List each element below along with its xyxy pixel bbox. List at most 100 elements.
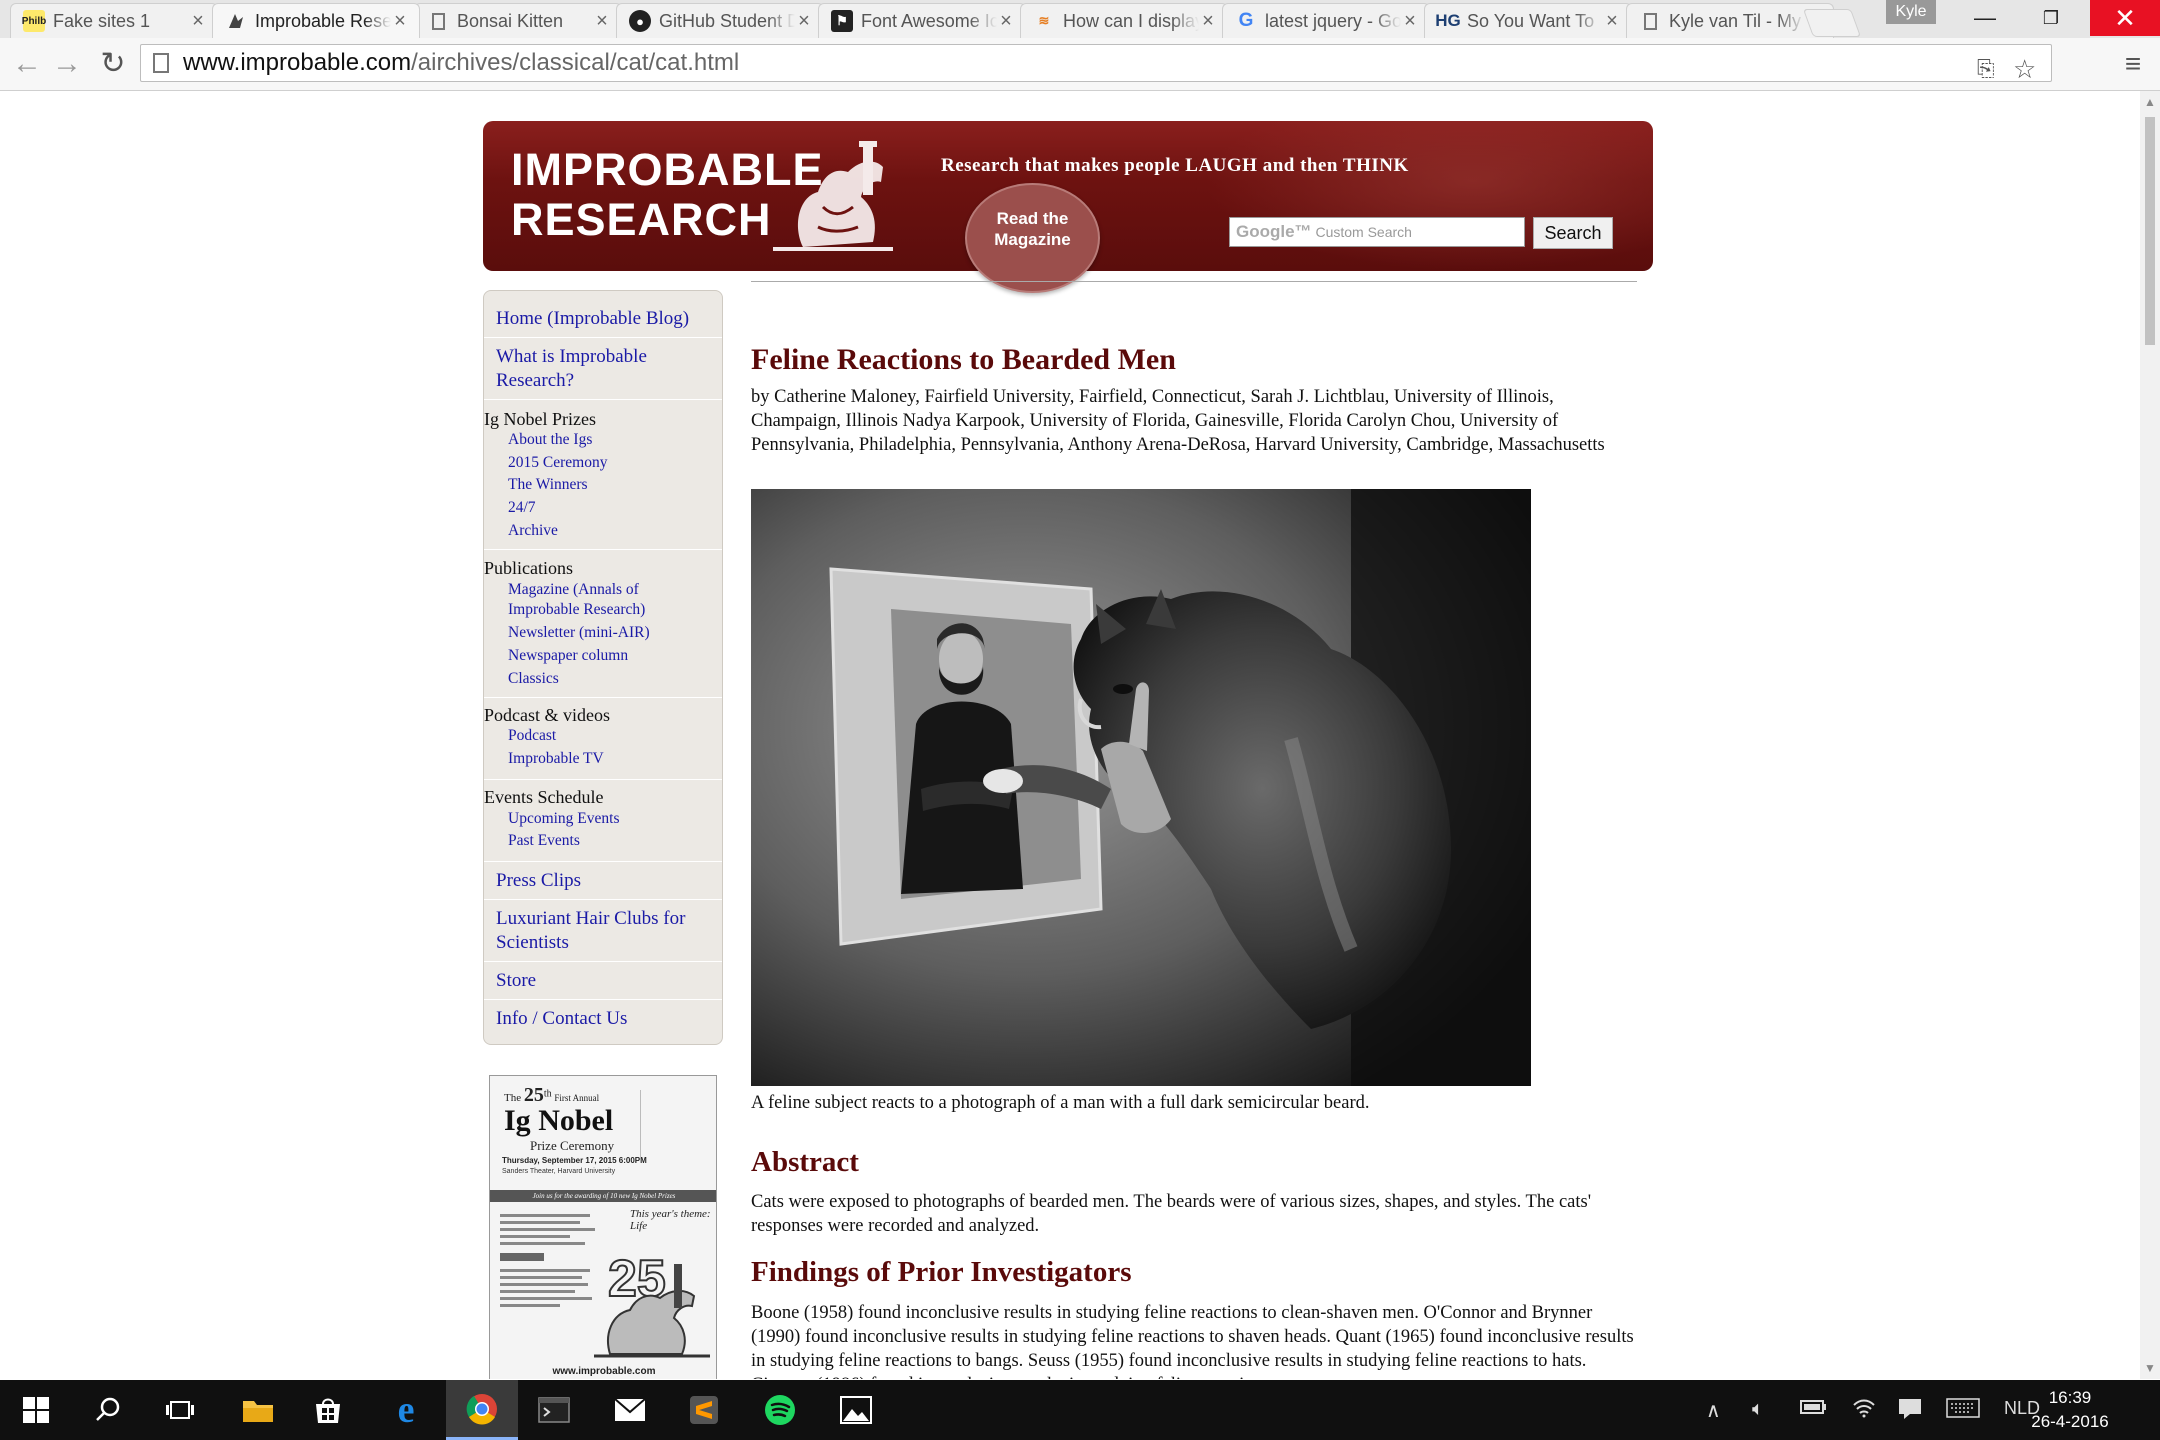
back-arrow-icon[interactable]: ←: [10, 48, 44, 82]
photo-caption: A feline subject reacts to a photograph …: [751, 1093, 1370, 1113]
tab-bonsai-kitten[interactable]: Bonsai Kitten ×: [414, 3, 622, 38]
divider: [484, 961, 722, 962]
sidebar-item-home[interactable]: Home (Improbable Blog): [496, 307, 689, 331]
sidebar-item-24-7[interactable]: 24/7: [508, 498, 536, 518]
close-tab-icon[interactable]: ×: [1401, 10, 1419, 33]
divider: [484, 779, 722, 780]
restore-icon[interactable]: ❐: [2018, 0, 2084, 36]
sidebar-item-store[interactable]: Store: [496, 969, 536, 993]
sidebar-item-hair-clubs[interactable]: Luxuriant Hair Clubs for: [496, 907, 685, 931]
search-input[interactable]: Google™ Custom Search: [1229, 217, 1525, 247]
page-icon: [427, 10, 449, 32]
sidebar-item-what-is-2[interactable]: Research?: [496, 369, 574, 393]
poster-title: Ig Nobel: [504, 1104, 613, 1138]
forward-arrow-icon[interactable]: →: [50, 48, 84, 82]
store-icon[interactable]: [292, 1380, 364, 1440]
divider: [484, 399, 722, 400]
sidebar-item-hair-clubs-2[interactable]: Scientists: [496, 931, 569, 955]
show-hidden-icons-icon[interactable]: ∧: [1706, 1398, 1721, 1423]
bookmark-star-icon[interactable]: ☆: [2013, 51, 2036, 87]
close-tab-icon[interactable]: ×: [1603, 10, 1621, 33]
divider: [484, 549, 722, 550]
search-button[interactable]: Search: [1533, 217, 1613, 249]
wifi-icon[interactable]: [1852, 1398, 1876, 1424]
photos-icon[interactable]: [820, 1380, 892, 1440]
sidebar-item-2015-ceremony[interactable]: 2015 Ceremony: [508, 453, 607, 473]
browser-toolbar: ← → ↻ www.improbable.com/airchives/class…: [0, 38, 2160, 91]
poster-number-suffix: th: [543, 1088, 552, 1100]
close-window-icon[interactable]: ✕: [2090, 0, 2160, 36]
file-explorer-icon[interactable]: [222, 1380, 294, 1440]
tab-improbable-research[interactable]: Improbable Research ×: [212, 3, 420, 38]
edge-browser-icon[interactable]: e: [370, 1380, 442, 1440]
close-tab-icon[interactable]: ×: [391, 10, 409, 33]
section-heading-abstract: Abstract: [751, 1146, 859, 1178]
site-tagline: Research that makes people LAUGH and the…: [941, 155, 1409, 176]
sidebar-item-newspaper-column[interactable]: Newspaper column: [508, 646, 628, 666]
battery-icon[interactable]: [1800, 1398, 1828, 1422]
poster-date: Thursday, September 17, 2015 6:00PM: [502, 1156, 647, 1165]
page-icon: [153, 53, 169, 73]
windows-start-icon[interactable]: [0, 1380, 72, 1440]
hg-icon: HG: [1435, 11, 1461, 30]
sidebar-item-about-igs[interactable]: About the Igs: [508, 430, 592, 450]
poster-banner: Join us for the awarding of 10 new Ig No…: [490, 1190, 716, 1202]
close-tab-icon[interactable]: ×: [593, 10, 611, 33]
ig-nobel-poster[interactable]: The 25th First Annual Ig Nobel Prize Cer…: [489, 1075, 717, 1379]
poster-text-lines: [500, 1210, 600, 1311]
translate-icon[interactable]: ⎘: [1977, 51, 1995, 87]
windows-taskbar: e ∧ 🔈︎ NLD 16:39 26-4-2016: [0, 1380, 2160, 1440]
new-tab-button[interactable]: [1802, 9, 1862, 37]
address-bar[interactable]: www.improbable.com/airchives/classical/c…: [140, 44, 2052, 84]
tab-fake-sites[interactable]: Philb Fake sites 1 ×: [10, 3, 218, 38]
sidebar-item-winners[interactable]: The Winners: [508, 475, 588, 495]
sublime-text-icon[interactable]: [668, 1380, 740, 1440]
volume-icon[interactable]: 🔈︎: [1752, 1398, 1764, 1421]
reload-icon[interactable]: ↻: [96, 48, 130, 82]
tab-title: So You Want To: [1467, 10, 1595, 31]
menu-icon[interactable]: ≡: [2116, 48, 2150, 82]
close-tab-icon[interactable]: ×: [189, 10, 207, 33]
minimize-icon[interactable]: —: [1952, 0, 2018, 36]
mail-icon[interactable]: [594, 1380, 666, 1440]
sidebar-item-upcoming-events[interactable]: Upcoming Events: [508, 809, 620, 829]
sidebar-item-contact[interactable]: Info / Contact Us: [496, 1007, 627, 1031]
chrome-icon[interactable]: [446, 1380, 518, 1440]
sidebar-item-improbable-tv[interactable]: Improbable TV: [508, 749, 604, 769]
keyboard-icon[interactable]: [1946, 1398, 1980, 1424]
stackoverflow-icon: ≋: [1038, 13, 1050, 28]
sidebar-item-press-clips[interactable]: Press Clips: [496, 869, 581, 893]
sidebar-item-magazine-2[interactable]: Improbable Research): [508, 600, 645, 620]
read-magazine-button[interactable]: Read the Magazine: [965, 183, 1100, 293]
profile-badge[interactable]: Kyle: [1886, 0, 1936, 24]
sidebar-item-archive[interactable]: Archive: [508, 521, 558, 541]
sidebar-item-what-is[interactable]: What is Improbable: [496, 345, 647, 369]
sidebar-item-podcast[interactable]: Podcast: [508, 726, 556, 746]
tab-latest-jquery[interactable]: G latest jquery - Google ×: [1222, 3, 1430, 38]
url-text: www.improbable.com/airchives/classical/c…: [183, 45, 739, 81]
search-icon[interactable]: [72, 1380, 144, 1440]
sidebar-item-past-events[interactable]: Past Events: [508, 831, 580, 851]
task-view-icon[interactable]: [144, 1380, 216, 1440]
tab-font-awesome[interactable]: ⚑ Font Awesome Icons ×: [818, 3, 1026, 38]
poster-footer-url: www.improbable.com: [552, 1366, 656, 1377]
sidebar-item-magazine[interactable]: Magazine (Annals of: [508, 580, 639, 600]
poster-nobel: Nobel: [538, 1104, 614, 1137]
system-clock[interactable]: 16:39 26-4-2016: [2030, 1386, 2110, 1434]
spotify-icon[interactable]: [744, 1380, 816, 1440]
page-scrollbar[interactable]: ▲ ▼: [2140, 91, 2160, 1379]
close-tab-icon[interactable]: ×: [795, 10, 813, 33]
scrollbar-thumb[interactable]: [2145, 117, 2155, 345]
sidebar-item-newsletter[interactable]: Newsletter (mini-AIR): [508, 623, 650, 643]
scroll-up-icon[interactable]: ▲: [2144, 95, 2156, 110]
terminal-icon[interactable]: [518, 1380, 590, 1440]
close-tab-icon[interactable]: ×: [997, 10, 1015, 33]
sidebar-item-classics[interactable]: Classics: [508, 669, 559, 689]
tab-github-student[interactable]: ● GitHub Student Developer Pack ×: [616, 3, 824, 38]
action-center-icon[interactable]: [1898, 1398, 1922, 1426]
tab-so-you-want[interactable]: HG So You Want To ×: [1424, 3, 1632, 38]
tab-how-can-i-display[interactable]: ≋ How can I display ×: [1020, 3, 1228, 38]
tab-kyle-van-til[interactable]: Kyle van Til - My ×: [1626, 3, 1834, 38]
close-tab-icon[interactable]: ×: [1199, 10, 1217, 33]
scroll-down-icon[interactable]: ▼: [2144, 1361, 2156, 1376]
